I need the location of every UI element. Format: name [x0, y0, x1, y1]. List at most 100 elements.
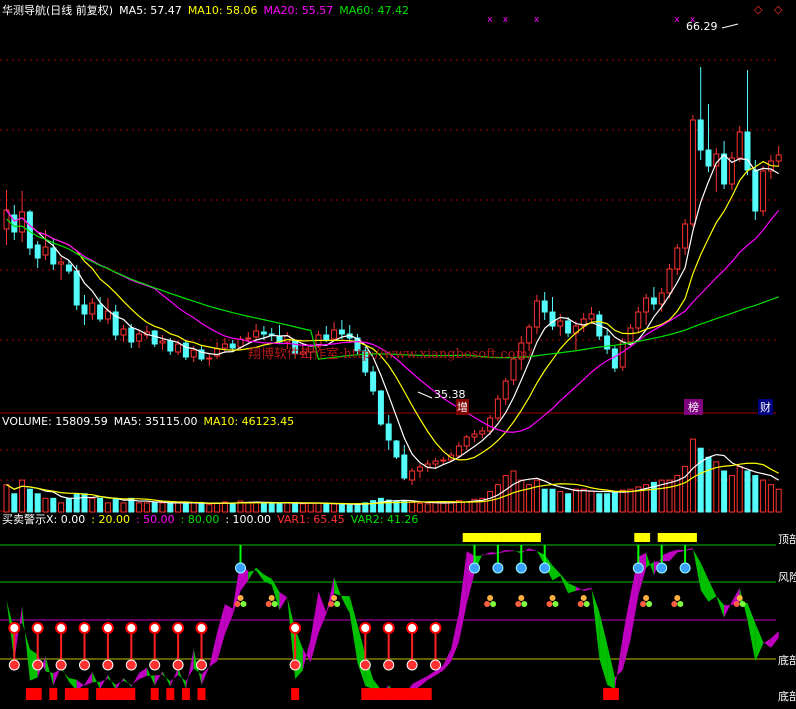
tag-cai[interactable]: 财	[758, 399, 773, 415]
volume-bar	[377, 497, 384, 513]
volume-bar	[3, 484, 10, 513]
label-top: 顶部	[778, 533, 796, 546]
fruit-icon	[331, 595, 338, 601]
fruit-icon	[646, 601, 653, 607]
volume-bar	[104, 502, 111, 513]
bottom-signal-block	[111, 688, 120, 700]
high-price-label: 66.29	[686, 20, 718, 33]
fruit-icon	[643, 595, 650, 601]
indicator-ribbon	[123, 677, 132, 687]
volume-bar	[11, 493, 18, 513]
fruit-icon	[640, 601, 647, 607]
candle-body	[775, 154, 782, 162]
fruit-icon	[577, 601, 584, 607]
volume-bar	[206, 504, 213, 513]
tag-zeng[interactable]: 增	[456, 399, 469, 415]
bottom-ball-icon	[149, 659, 161, 671]
nav-down-icon[interactable]: ◇	[774, 3, 782, 16]
indicator-ribbon	[614, 636, 623, 690]
volume-bar	[151, 502, 158, 513]
candle-body	[705, 149, 712, 167]
indicator-ribbon	[677, 549, 686, 553]
indicator-ribbon	[568, 583, 576, 594]
indicator-ribbon	[100, 674, 108, 690]
volume-bar	[502, 475, 509, 513]
candle-body	[338, 329, 345, 335]
buy-signal-icon	[406, 622, 419, 634]
chart-stage: xxxxx 华测导航(日线 前复权) MA5: 57.47 MA10: 58.06 M…	[0, 0, 796, 705]
candle-body	[463, 436, 470, 447]
candle-body	[487, 417, 494, 432]
fruit-icon	[334, 601, 341, 607]
indicator-ribbon	[497, 550, 506, 554]
indicator-ribbon	[162, 671, 171, 687]
volume-bar	[370, 500, 377, 513]
indicator-ribbon	[279, 592, 288, 611]
candle-body	[253, 330, 260, 338]
candle-body	[627, 327, 634, 343]
bottom-signal-block	[64, 688, 73, 700]
candle-body	[151, 330, 158, 345]
candle-body	[440, 459, 447, 462]
candle-body	[721, 153, 728, 185]
risk-ball-icon	[632, 562, 644, 574]
top-warning-block	[642, 533, 651, 542]
candle-body	[97, 304, 104, 320]
volume-bar	[299, 503, 306, 513]
top-x-marker: x	[674, 15, 680, 25]
nav-up-icon[interactable]: ◇	[754, 3, 762, 16]
fruit-icon	[234, 601, 241, 607]
bottom-signal-block	[127, 688, 136, 700]
volume-bar	[541, 488, 548, 513]
volume-bar	[775, 488, 782, 513]
indicator-header: 买卖警示X: 0.00: 20.00: 50.00: 80.00: 100.00…	[2, 513, 424, 527]
volume-bar	[588, 491, 595, 513]
bottom-signal-block	[392, 688, 401, 700]
indicator-ribbon	[700, 562, 709, 602]
volume-bar	[58, 502, 65, 513]
candle-body	[167, 340, 174, 352]
indicator-ribbon	[669, 549, 678, 562]
bottom-ball-icon	[102, 659, 114, 671]
volume-bar	[705, 456, 712, 513]
volume-bar	[19, 479, 26, 513]
volume-bar	[198, 503, 205, 513]
volume-bar	[736, 465, 743, 513]
top-x-marker: x	[534, 15, 540, 25]
bottom-ball-icon	[430, 659, 441, 671]
indicator-ribbon	[263, 574, 272, 585]
fruit-icon	[328, 601, 335, 607]
volume-bar	[182, 502, 189, 513]
candle-body	[221, 343, 228, 349]
indicator-ribbon	[490, 552, 498, 555]
buy-signal-icon	[101, 622, 114, 634]
bottom-ball-icon	[383, 659, 395, 671]
indicator-ribbon	[685, 547, 693, 551]
indicator-ribbon	[84, 672, 93, 686]
level-80: : 80.00	[180, 513, 220, 526]
volume-bar	[167, 502, 174, 513]
nav-arrows[interactable]: ◇ ◇	[754, 3, 794, 17]
fruit-icon	[739, 601, 746, 607]
indicator-ribbon	[443, 649, 452, 671]
fruit-icon	[268, 595, 275, 601]
indicator-ribbon	[513, 550, 522, 554]
ma5-label: MA5: 57.47	[119, 4, 182, 17]
level-100: : 100.00	[225, 513, 272, 526]
volume-bar	[557, 491, 564, 513]
level-20: : 20.00	[91, 513, 130, 526]
indicator-ribbon	[178, 667, 186, 689]
volume-bar	[409, 501, 416, 513]
indicator-ribbon	[248, 567, 257, 581]
candle-body	[588, 313, 595, 320]
risk-ball-icon	[492, 562, 504, 574]
label-bottom-2: 底部	[778, 690, 796, 703]
bottom-signal-block	[610, 688, 619, 700]
tag-bang[interactable]: 榜	[684, 399, 703, 415]
top-warning-block	[478, 533, 487, 542]
bottom-signal-block	[384, 688, 393, 700]
indicator-ribbon	[607, 643, 615, 690]
indicator-ribbon	[107, 674, 116, 691]
bottom-signal-block	[197, 688, 206, 700]
bottom-ball-icon	[125, 659, 137, 671]
